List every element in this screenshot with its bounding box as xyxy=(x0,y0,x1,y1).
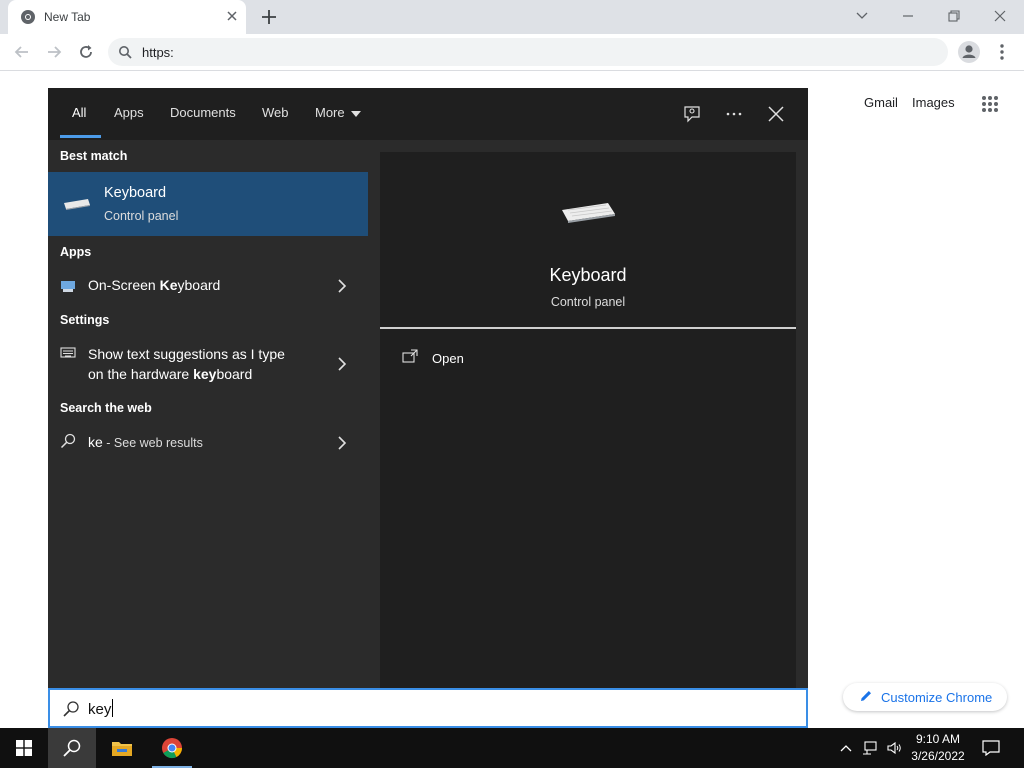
result-label: ke - See web results xyxy=(88,434,203,450)
search-icon xyxy=(119,46,132,59)
best-match-keyboard[interactable]: Keyboard Control panel xyxy=(48,172,368,236)
more-options-icon[interactable] xyxy=(724,104,744,124)
clock-time: 9:10 AM xyxy=(915,732,961,746)
clock-date: 3/26/2022 xyxy=(911,749,965,763)
more-menu-icon[interactable] xyxy=(994,42,1010,62)
keyboard-icon xyxy=(64,199,90,210)
results-list: Best match Keyboard Control panel Apps O… xyxy=(48,140,368,688)
preview-card: Keyboard Control panel Open xyxy=(380,152,796,688)
chrome-icon xyxy=(21,10,35,24)
open-icon xyxy=(402,349,418,363)
pencil-icon xyxy=(861,691,871,701)
chevron-right-icon[interactable] xyxy=(337,357,347,371)
chrome-taskbar-button[interactable] xyxy=(148,728,196,768)
caret-down-icon xyxy=(350,110,361,117)
divider xyxy=(380,327,796,329)
result-text-suggestions[interactable]: Show text suggestions as I type on the ha… xyxy=(48,332,368,392)
open-action[interactable]: Open xyxy=(432,351,464,366)
filter-web[interactable]: Web xyxy=(262,105,289,120)
new-tab-plus-icon[interactable] xyxy=(260,8,278,26)
chrome-icon xyxy=(162,738,183,759)
customize-chrome-button[interactable]: Customize Chrome xyxy=(843,683,1007,711)
settings-heading: Settings xyxy=(60,313,110,327)
start-search-panel: All Apps Documents Web More Best match K… xyxy=(48,88,808,688)
keyboard-settings-icon xyxy=(60,347,76,358)
file-explorer-button[interactable] xyxy=(98,728,146,768)
network-icon[interactable] xyxy=(862,740,878,756)
search-input[interactable]: key xyxy=(48,688,808,728)
gmail-link[interactable]: Gmail xyxy=(864,95,898,110)
customize-chrome-label: Customize Chrome xyxy=(881,690,993,705)
address-text: https: xyxy=(142,45,174,60)
back-icon[interactable] xyxy=(12,42,32,62)
chevron-right-icon[interactable] xyxy=(337,436,347,450)
result-on-screen-keyboard[interactable]: On-Screen Keyboard xyxy=(48,264,368,308)
browser-toolbar: https: xyxy=(0,34,1024,71)
apps-heading: Apps xyxy=(60,245,92,259)
active-filter-indicator xyxy=(60,135,101,138)
search-icon xyxy=(63,701,79,717)
window-close-icon[interactable] xyxy=(990,6,1010,26)
preview-title: Keyboard xyxy=(549,265,627,285)
filter-documents[interactable]: Documents xyxy=(170,105,236,120)
restore-icon[interactable] xyxy=(944,6,964,26)
windows-logo-icon xyxy=(16,740,32,756)
on-screen-keyboard-icon xyxy=(61,281,75,292)
best-match-title: Keyboard xyxy=(104,185,167,201)
search-icon xyxy=(60,433,76,449)
search-filter-bar: All Apps Documents Web More xyxy=(48,88,808,140)
folder-icon xyxy=(112,742,132,756)
filter-apps[interactable]: Apps xyxy=(114,105,144,120)
close-icon[interactable] xyxy=(224,8,240,24)
filter-more[interactable]: More xyxy=(315,105,361,120)
person-icon xyxy=(962,45,976,58)
address-bar[interactable]: https: xyxy=(108,38,948,66)
result-web-search[interactable]: ke - See web results xyxy=(48,422,368,466)
images-link[interactable]: Images xyxy=(912,95,955,110)
close-icon[interactable] xyxy=(766,104,786,124)
web-heading: Search the web xyxy=(60,401,152,415)
tab-title: New Tab xyxy=(44,10,91,24)
filter-more-label: More xyxy=(315,105,345,120)
minimize-icon[interactable] xyxy=(898,6,918,26)
result-label: On-Screen Keyboard xyxy=(88,277,221,293)
taskbar-search-button[interactable] xyxy=(48,728,96,768)
best-match-heading: Best match xyxy=(60,149,128,163)
best-match-subtitle: Control panel xyxy=(104,209,179,223)
keyboard-icon xyxy=(562,203,615,223)
volume-icon[interactable] xyxy=(886,740,902,756)
chevron-up-icon[interactable] xyxy=(838,740,854,756)
result-label: Show text suggestions as I type on the ha… xyxy=(88,346,285,382)
forward-icon[interactable] xyxy=(44,42,64,62)
notification-icon[interactable] xyxy=(982,740,1000,756)
filter-all[interactable]: All xyxy=(72,105,86,120)
chevron-right-icon[interactable] xyxy=(337,279,347,293)
preview-pane: Keyboard Control panel Open xyxy=(368,140,808,688)
tab-strip: New Tab xyxy=(0,0,1024,34)
tab-search-chevron-icon[interactable] xyxy=(852,6,872,26)
feedback-icon[interactable] xyxy=(682,104,702,124)
preview-subtitle: Control panel xyxy=(550,295,626,309)
tab-new-tab[interactable]: New Tab xyxy=(8,0,246,34)
system-clock[interactable]: 9:10 AM 3/26/2022 xyxy=(906,731,970,765)
reload-icon[interactable] xyxy=(76,42,96,62)
search-icon xyxy=(63,739,81,757)
taskbar: 9:10 AM 3/26/2022 xyxy=(0,728,1024,768)
profile-avatar[interactable] xyxy=(958,41,980,63)
start-button[interactable] xyxy=(0,728,48,768)
search-input-text: key xyxy=(88,699,114,718)
google-apps-icon[interactable] xyxy=(981,95,999,113)
